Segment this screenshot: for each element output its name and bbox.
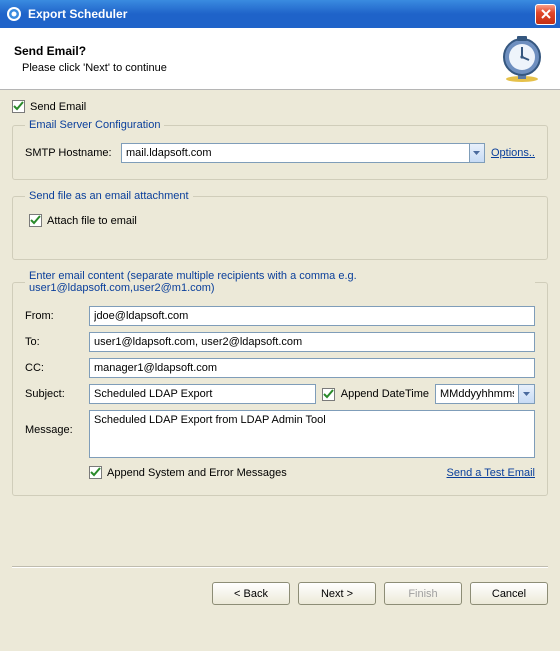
append-sys-msgs-label: Append System and Error Messages bbox=[107, 467, 287, 479]
message-textarea[interactable] bbox=[89, 410, 535, 458]
subject-input[interactable] bbox=[89, 384, 316, 404]
dialog-body: Send Email Email Server Configuration SM… bbox=[0, 90, 560, 582]
header-clock-icon bbox=[498, 35, 546, 83]
close-button[interactable] bbox=[535, 4, 556, 25]
attach-fieldset: Send file as an email attachment Attach … bbox=[12, 190, 548, 260]
chevron-down-icon bbox=[523, 392, 530, 396]
datetime-format-dropdown-button[interactable] bbox=[518, 384, 535, 404]
attach-file-row: Attach file to email bbox=[25, 214, 535, 227]
window-title: Export Scheduler bbox=[28, 7, 535, 21]
send-test-email-link[interactable]: Send a Test Email bbox=[447, 467, 535, 479]
to-label: To: bbox=[25, 336, 83, 348]
finish-button[interactable]: Finish bbox=[384, 582, 462, 605]
smtp-hostname-label: SMTP Hostname: bbox=[25, 147, 115, 159]
app-icon bbox=[6, 6, 22, 22]
header-subtitle: Please click 'Next' to continue bbox=[14, 62, 498, 74]
datetime-format-input[interactable] bbox=[435, 384, 518, 404]
attach-legend: Send file as an email attachment bbox=[25, 190, 193, 202]
check-icon bbox=[323, 389, 334, 400]
send-email-checkbox[interactable] bbox=[12, 100, 25, 113]
append-datetime-checkbox[interactable] bbox=[322, 388, 335, 401]
smtp-options-link[interactable]: Options.. bbox=[491, 147, 535, 159]
smtp-fieldset: Email Server Configuration SMTP Hostname… bbox=[12, 119, 548, 180]
from-input[interactable] bbox=[89, 306, 535, 326]
chevron-down-icon bbox=[473, 151, 480, 155]
cancel-button[interactable]: Cancel bbox=[470, 582, 548, 605]
close-icon bbox=[541, 9, 551, 19]
datetime-format-combo[interactable] bbox=[435, 384, 535, 404]
titlebar: Export Scheduler bbox=[0, 0, 560, 28]
append-sys-msgs-checkbox[interactable] bbox=[89, 466, 102, 479]
from-label: From: bbox=[25, 310, 83, 322]
email-content-legend: Enter email content (separate multiple r… bbox=[25, 270, 535, 294]
wizard-footer: < Back Next > Finish Cancel bbox=[0, 582, 560, 619]
append-datetime-label: Append DateTime bbox=[341, 388, 429, 400]
next-button[interactable]: Next > bbox=[298, 582, 376, 605]
message-label: Message: bbox=[25, 410, 83, 436]
header-title: Send Email? bbox=[14, 44, 498, 58]
smtp-legend: Email Server Configuration bbox=[25, 119, 164, 131]
check-icon bbox=[13, 101, 24, 112]
cc-input[interactable] bbox=[89, 358, 535, 378]
subject-label: Subject: bbox=[25, 388, 83, 400]
cc-label: CC: bbox=[25, 362, 83, 374]
check-icon bbox=[30, 215, 41, 226]
wizard-header: Send Email? Please click 'Next' to conti… bbox=[0, 28, 560, 90]
footer-separator bbox=[12, 566, 548, 568]
back-button[interactable]: < Back bbox=[212, 582, 290, 605]
send-email-checkbox-row: Send Email bbox=[12, 100, 548, 113]
smtp-hostname-input[interactable] bbox=[121, 143, 469, 163]
smtp-hostname-combo[interactable] bbox=[121, 143, 485, 163]
attach-file-checkbox[interactable] bbox=[29, 214, 42, 227]
attach-file-label: Attach file to email bbox=[47, 215, 137, 227]
check-icon bbox=[90, 467, 101, 478]
email-content-fieldset: Enter email content (separate multiple r… bbox=[12, 270, 548, 496]
send-email-label: Send Email bbox=[30, 101, 86, 113]
to-input[interactable] bbox=[89, 332, 535, 352]
smtp-hostname-dropdown-button[interactable] bbox=[469, 143, 485, 163]
